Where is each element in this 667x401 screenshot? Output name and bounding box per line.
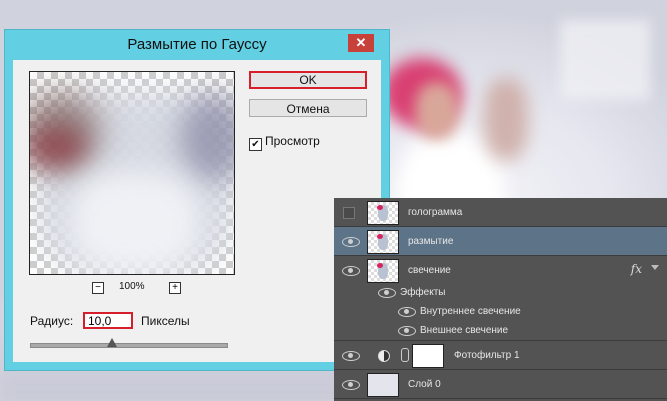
- layer-mask-thumbnail: [412, 344, 444, 368]
- layer-thumbnail: [367, 230, 399, 254]
- blur-preview[interactable]: [29, 71, 235, 275]
- cancel-button[interactable]: Отмена: [249, 99, 367, 117]
- effects-row[interactable]: Эффекты: [334, 283, 667, 302]
- eye-icon[interactable]: [342, 237, 360, 247]
- layer-name: голограмма: [408, 207, 463, 218]
- eye-icon[interactable]: [398, 307, 416, 317]
- layer-row[interactable]: Слой 0: [334, 370, 667, 399]
- dialog-title: Размытие по Гауссу: [127, 36, 267, 53]
- checkbox-checked-icon[interactable]: ✔: [249, 138, 262, 151]
- background-figure-hand: [484, 78, 528, 160]
- zoom-out-button[interactable]: −: [92, 282, 104, 294]
- background-window: [560, 20, 650, 100]
- radius-input[interactable]: [83, 312, 133, 329]
- zoom-value: 100%: [119, 281, 145, 292]
- effect-item[interactable]: Внешнее свечение: [334, 321, 667, 341]
- visibility-off-icon[interactable]: [343, 207, 355, 219]
- fx-icon[interactable]: fx: [631, 262, 642, 276]
- layer-row[interactable]: голограмма: [334, 198, 667, 227]
- layers-panel: голограмма размытие свечение fx Эффекты …: [334, 198, 667, 401]
- preview-checkbox[interactable]: ✔ Просмотр: [249, 134, 320, 151]
- layer-name: размытие: [408, 236, 454, 247]
- dialog-body: − 100% + Радиус: Пикселы OK Отмена ✔Прос…: [13, 60, 381, 362]
- layer-row[interactable]: Фотофильтр 1: [334, 341, 667, 370]
- effect-item[interactable]: Внутреннее свечение: [334, 302, 667, 321]
- close-icon: ✕: [355, 35, 367, 50]
- ok-button[interactable]: OK: [249, 71, 367, 89]
- effect-name: Внутреннее свечение: [420, 306, 521, 317]
- eye-icon[interactable]: [342, 351, 360, 361]
- dialog-titlebar[interactable]: Размытие по Гауссу ✕: [5, 30, 389, 60]
- radius-unit: Пикселы: [141, 314, 190, 328]
- eye-icon[interactable]: [342, 266, 360, 276]
- layer-thumbnail: [367, 259, 399, 283]
- layer-thumbnail: [367, 373, 399, 397]
- layer-row[interactable]: свечение fx: [334, 256, 667, 284]
- eye-icon[interactable]: [378, 288, 396, 298]
- preview-zoom-controls: − 100% +: [29, 280, 233, 296]
- link-icon[interactable]: [401, 348, 409, 362]
- layer-name: Слой 0: [408, 379, 441, 390]
- chevron-down-icon[interactable]: [651, 265, 659, 270]
- eye-icon[interactable]: [342, 380, 360, 390]
- preview-blur-light: [70, 172, 200, 272]
- radius-slider[interactable]: [30, 343, 228, 348]
- radius-slider-thumb[interactable]: [107, 338, 118, 347]
- layer-thumbnail: [367, 201, 399, 225]
- layer-name: свечение: [408, 265, 451, 276]
- layer-row[interactable]: размытие: [334, 227, 667, 256]
- eye-icon[interactable]: [398, 326, 416, 336]
- effects-label: Эффекты: [400, 287, 446, 298]
- layer-name: Фотофильтр 1: [454, 350, 520, 361]
- adjustment-layer-icon: [378, 350, 390, 362]
- close-button[interactable]: ✕: [348, 34, 374, 52]
- preview-checkbox-label: Просмотр: [265, 134, 320, 148]
- gaussian-blur-dialog: Размытие по Гауссу ✕ − 100% + Радиус: Пи…: [5, 30, 389, 370]
- radius-label: Радиус:: [30, 314, 74, 328]
- effect-name: Внешнее свечение: [420, 325, 509, 336]
- background-figure-face: [415, 82, 459, 140]
- zoom-in-button[interactable]: +: [169, 282, 181, 294]
